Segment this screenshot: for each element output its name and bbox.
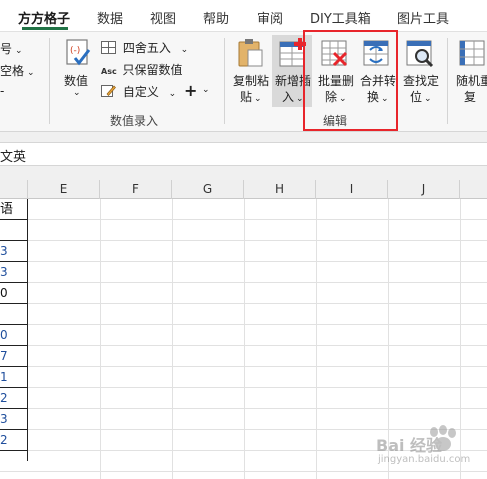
random-grid-icon (458, 38, 486, 71)
tab-diy-toolbox[interactable]: DIY工具箱 (310, 8, 371, 27)
formula-bar-spacer (0, 166, 487, 180)
round-icon (101, 41, 116, 54)
grid-line (0, 261, 487, 262)
find-magnifier-icon (405, 38, 435, 71)
group-separator (49, 38, 50, 124)
table-cell[interactable]: 7 (0, 346, 28, 367)
custom-button[interactable]: 自定义 ⌄ (101, 83, 176, 100)
table-cell[interactable]: 3 (0, 409, 28, 430)
grid-line (100, 199, 101, 479)
grid-line (0, 387, 487, 388)
group-separator (224, 38, 225, 124)
table-cell[interactable]: 3 (0, 241, 28, 262)
column-header-partial[interactable] (460, 180, 487, 199)
chevron-down-icon: ⌄ (180, 45, 189, 55)
random-repeat-button[interactable]: 随机重 复 (454, 36, 487, 106)
grid-line (0, 345, 487, 346)
column-headers: E F G H I J (0, 180, 487, 199)
table-cell[interactable]: 0 (0, 325, 28, 346)
chevron-down-icon: ⌄ (15, 46, 23, 56)
tab-view[interactable]: 视图 (150, 8, 176, 27)
highlight-annotation-box (303, 30, 398, 131)
keep-value-button[interactable]: Asc 只保留数值 (101, 61, 183, 78)
tab-help[interactable]: 帮助 (203, 8, 229, 27)
table-cell[interactable]: 3 (0, 262, 28, 283)
formula-bar-spacer (0, 132, 487, 142)
ribbon-tab-bar: 方方格子 数据 视图 帮助 审阅 DIY工具箱 图片工具 (0, 0, 487, 32)
column-header-i[interactable]: I (316, 180, 388, 199)
asc-icon: Asc (101, 67, 117, 76)
chevron-down-icon: ⌄ (168, 89, 177, 99)
group-separator (447, 38, 448, 124)
ribbon-left-item-3[interactable]: - (0, 84, 4, 98)
active-tab-indicator (22, 27, 68, 30)
grid-line (0, 366, 487, 367)
grid-line (0, 303, 487, 304)
watermark-subtext: jingyan.baidu.com (378, 454, 471, 465)
table-cell[interactable]: 0 (0, 283, 28, 304)
column-header-j[interactable]: J (388, 180, 460, 199)
table-cell[interactable]: 语 (0, 199, 28, 220)
formula-bar[interactable]: 文英 (0, 142, 487, 166)
ribbon: 号 ⌄ 空格 ⌄ - (-) 数值 ⌄ 四舍五入 ⌄ Asc 只保留数值 自定义 ⌄… (0, 30, 487, 132)
ribbon-left-item-2[interactable]: 空格 ⌄ (0, 62, 35, 79)
grid-line (0, 282, 487, 283)
grid-line (244, 199, 245, 479)
ribbon-left-item-1[interactable]: 号 ⌄ (0, 40, 23, 57)
table-cell[interactable]: 1 (0, 367, 28, 388)
table-cell[interactable]: 2 (0, 388, 28, 409)
column-header-g[interactable]: G (172, 180, 244, 199)
tab-picture-tools[interactable]: 图片工具 (397, 8, 449, 27)
value-icon: (-) (64, 38, 92, 68)
plus-button[interactable]: + (184, 81, 197, 100)
grid-line (0, 240, 487, 241)
copy-paste-button[interactable]: 复制粘 贴 ⌄ (230, 36, 270, 106)
column-header-partial[interactable] (0, 180, 28, 199)
value-button[interactable]: (-) 数值 ⌄ (58, 36, 98, 106)
tab-review[interactable]: 审阅 (257, 8, 283, 27)
baidu-watermark: Bai 经验 jingyan.baidu.com (372, 420, 484, 474)
clipboard-icon (236, 38, 264, 71)
grid-line (0, 324, 487, 325)
tab-fangfanggezi[interactable]: 方方格子 (18, 8, 70, 27)
custom-edit-icon (101, 85, 116, 97)
table-cell[interactable] (0, 220, 28, 241)
chevron-down-icon: ⌄ (27, 68, 35, 78)
grid-line (0, 408, 487, 409)
chevron-down-icon[interactable]: ⌄ (202, 85, 210, 95)
grid-line (172, 199, 173, 479)
round-button[interactable]: 四舍五入 ⌄ (101, 39, 188, 56)
find-locate-button[interactable]: 查找定 位 ⌄ (400, 36, 440, 106)
chevron-down-icon: ⌄ (424, 94, 432, 104)
table-cell[interactable]: 2 (0, 430, 28, 451)
table-cell[interactable] (0, 304, 28, 325)
watermark-text: Bai 经验 (376, 436, 443, 455)
column-header-f[interactable]: F (100, 180, 172, 199)
chevron-down-icon: ⌄ (254, 94, 262, 104)
column-header-h[interactable]: H (244, 180, 316, 199)
grid-line (316, 199, 317, 479)
column-header-e[interactable]: E (28, 180, 100, 199)
svg-text:(-): (-) (70, 46, 80, 56)
grid-line (0, 219, 487, 220)
formula-bar-content: 文英 (0, 150, 27, 165)
tab-data[interactable]: 数据 (97, 8, 123, 27)
chevron-down-icon: ⌄ (73, 88, 81, 98)
value-input-group-label: 数值录入 (110, 114, 159, 128)
